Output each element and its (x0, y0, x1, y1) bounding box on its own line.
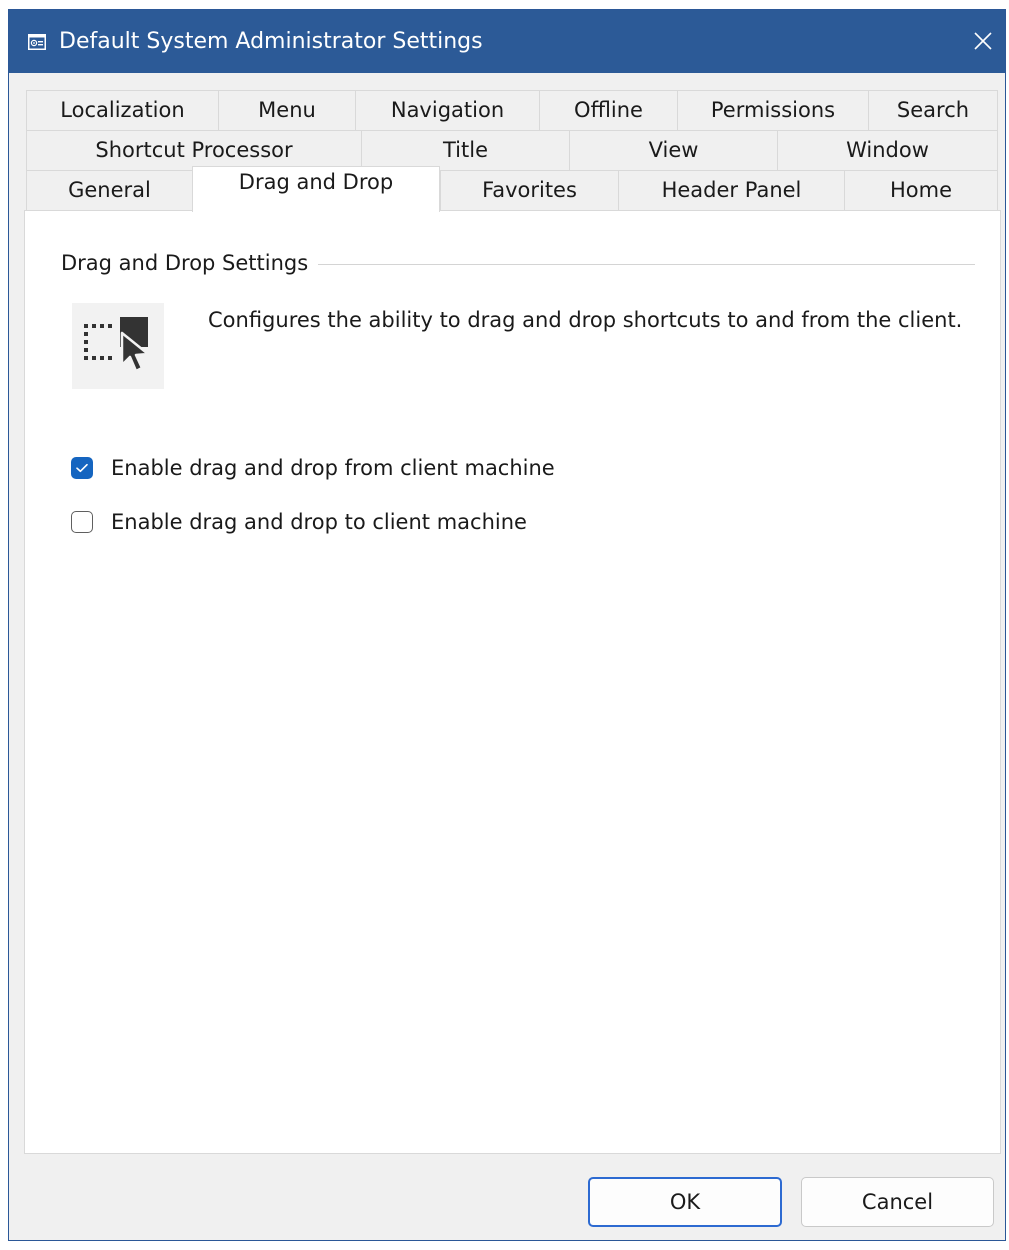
tab-shortcut-processor[interactable]: Shortcut Processor (26, 130, 361, 170)
title-bar[interactable]: Default System Administrator Settings (9, 10, 1005, 73)
option-drag-to-client[interactable]: Enable drag and drop to client machine (71, 507, 527, 537)
checkbox-unchecked[interactable] (71, 511, 93, 533)
tab-home[interactable]: Home (844, 170, 998, 210)
close-icon[interactable] (966, 24, 1000, 58)
tab-search[interactable]: Search (868, 90, 998, 130)
tab-window[interactable]: Window (777, 130, 998, 170)
drag-and-drop-panel: Drag and Drop Settings Configures the ab… (24, 210, 1001, 1154)
tab-navigation[interactable]: Navigation (355, 90, 539, 130)
settings-dialog: Default System Administrator Settings Lo… (8, 9, 1006, 1241)
tab-row-2: Shortcut Processor Title View Window (26, 130, 998, 170)
panel-description: Configures the ability to drag and drop … (208, 308, 963, 332)
tab-row-1: Localization Menu Navigation Offline Per… (26, 90, 998, 130)
drag-drop-icon (72, 303, 164, 389)
option-drag-from-client[interactable]: Enable drag and drop from client machine (71, 453, 555, 483)
tab-menu[interactable]: Menu (218, 90, 355, 130)
app-window-icon (28, 34, 46, 50)
tab-header-panel[interactable]: Header Panel (618, 170, 844, 210)
tab-favorites[interactable]: Favorites (440, 170, 618, 210)
window-title: Default System Administrator Settings (59, 29, 483, 54)
tab-permissions[interactable]: Permissions (677, 90, 868, 130)
tab-title[interactable]: Title (361, 130, 569, 170)
option-label: Enable drag and drop from client machine (111, 456, 555, 480)
option-label: Enable drag and drop to client machine (111, 510, 527, 534)
cancel-button[interactable]: Cancel (801, 1177, 994, 1227)
checkbox-checked-icon[interactable] (71, 457, 93, 479)
tab-row-3: General Drag and Drop Favorites Header P… (26, 166, 998, 212)
tab-view[interactable]: View (569, 130, 777, 170)
tab-localization[interactable]: Localization (26, 90, 218, 130)
tab-offline[interactable]: Offline (539, 90, 677, 130)
group-label: Drag and Drop Settings (61, 248, 319, 278)
tab-drag-and-drop[interactable]: Drag and Drop (192, 166, 440, 212)
tab-general[interactable]: General (26, 170, 192, 210)
ok-button[interactable]: OK (588, 1177, 782, 1227)
